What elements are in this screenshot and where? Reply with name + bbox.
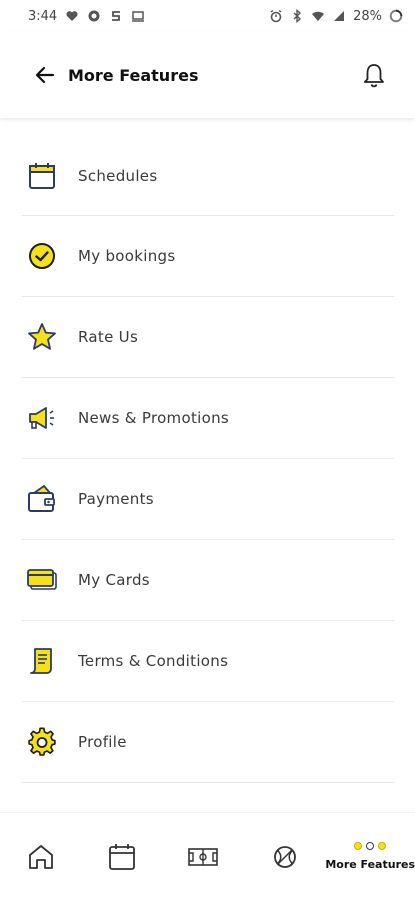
wifi-icon (311, 9, 325, 23)
globe-icon (87, 9, 101, 23)
menu-item-terms-conditions[interactable]: Terms & Conditions (22, 621, 394, 702)
credit-card-icon (22, 564, 66, 596)
features-menu: Schedules My bookings Rate Us News & Pro… (22, 136, 394, 783)
menu-item-label: My Cards (78, 571, 150, 589)
cast-icon (131, 9, 145, 23)
nav-more-features-label: More Features (325, 858, 415, 871)
notifications-button[interactable] (359, 60, 389, 90)
heart-icon (65, 9, 79, 23)
status-time: 3:44 (28, 8, 58, 24)
menu-item-my-cards[interactable]: My Cards (22, 540, 394, 621)
gear-icon (22, 726, 66, 758)
menu-item-rate-us[interactable]: Rate Us (22, 297, 394, 378)
ball-icon (273, 845, 296, 868)
menu-item-news-promotions[interactable]: News & Promotions (22, 378, 394, 459)
signal-icon (332, 9, 346, 23)
menu-item-payments[interactable]: Payments (22, 459, 394, 540)
menu-item-schedules[interactable]: Schedules (22, 136, 394, 216)
menu-item-profile[interactable]: Profile (22, 702, 394, 783)
home-icon (28, 844, 53, 869)
court-icon (188, 847, 219, 866)
wallet-icon (22, 483, 66, 515)
page-title: More Features (68, 65, 199, 85)
nav-schedule[interactable] (81, 813, 162, 900)
arrow-left-icon (35, 66, 55, 84)
nav-sports[interactable] (244, 813, 325, 900)
nav-more-features[interactable]: More Features (325, 813, 415, 900)
menu-item-label: News & Promotions (78, 409, 229, 427)
menu-item-label: Profile (78, 733, 127, 751)
nav-court[interactable] (163, 813, 244, 900)
calendar-icon (109, 843, 135, 870)
battery-percent: 28% (353, 8, 382, 24)
menu-item-label: Rate Us (78, 328, 139, 346)
scroll-icon (22, 645, 66, 677)
nav-home[interactable] (0, 813, 81, 900)
bottom-nav: More Features (0, 812, 415, 900)
battery-icon (389, 9, 403, 23)
menu-item-label: My bookings (78, 247, 176, 265)
calendar-icon (22, 160, 66, 192)
s-icon (109, 9, 123, 23)
app-header: More Features (0, 32, 415, 118)
back-button[interactable] (32, 62, 58, 88)
check-circle-icon (22, 240, 66, 272)
megaphone-icon (22, 402, 66, 434)
star-icon (22, 321, 66, 353)
alarm-icon (269, 9, 283, 23)
bell-icon (364, 64, 384, 88)
menu-item-my-bookings[interactable]: My bookings (22, 216, 394, 297)
menu-item-label: Payments (78, 490, 154, 508)
menu-item-label: Schedules (78, 166, 158, 185)
menu-item-label: Terms & Conditions (78, 652, 229, 670)
dots-icon (354, 842, 387, 850)
status-bar: 3:44 28% (0, 0, 415, 32)
bluetooth-icon (290, 9, 304, 23)
